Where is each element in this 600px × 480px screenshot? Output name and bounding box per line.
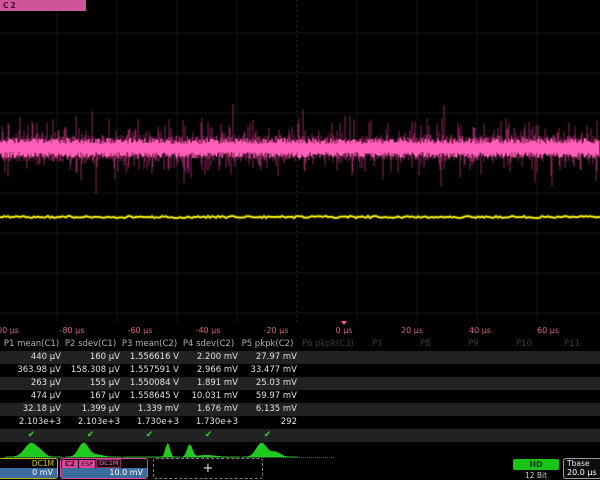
measure-cell: 1.676 mV <box>179 403 238 416</box>
trigger-position-marker <box>341 321 347 325</box>
measure-cell: 27.97 mV <box>238 351 297 364</box>
measure-cell: 2.103e+3 <box>2 416 61 429</box>
measure-cell: 474 µV <box>2 390 61 403</box>
measure-cell: 158.308 µV <box>61 364 120 377</box>
measure-cell: 1.730e+3 <box>120 416 179 429</box>
measure-inactive-header[interactable]: P9 <box>468 338 479 351</box>
measure-column-header[interactable]: P4 sdev(C2) <box>179 338 238 351</box>
trace-label: C2 <box>0 0 86 11</box>
hd-mode-badge[interactable]: HD <box>513 459 559 470</box>
histicon-p1[interactable] <box>6 441 62 458</box>
measure-cell: 1.558645 V <box>120 390 179 403</box>
measure-cell: 440 µV <box>2 351 61 364</box>
time-axis: -100 µs -80 µs -60 µs -40 µs -20 µs 0 µs 20 µs… <box>0 321 600 338</box>
measure-cell: 2.200 mV <box>179 351 238 364</box>
measure-cell: 25.03 mV <box>238 377 297 390</box>
descriptor-bar: DC1M 0 mV C2 ESP DC1M 10.0 mV + HD 12 Bi… <box>0 458 600 480</box>
tbase-value: 20.0 µs <box>564 468 600 478</box>
plus-icon: + <box>203 461 214 476</box>
measure-table: P1 mean(C1)P2 sdev(C1)P3 mean(C2)P4 sdev… <box>0 338 600 442</box>
measure-row: 32.18 µV1.399 µV1.339 mV1.676 mV6.135 mV <box>0 403 600 416</box>
measure-table-header: P1 mean(C1)P2 sdev(C1)P3 mean(C2)P4 sdev… <box>0 338 600 351</box>
measure-cell: 167 µV <box>61 390 120 403</box>
time-label: -80 µs <box>60 326 85 335</box>
measure-inactive-header[interactable]: P7 <box>372 338 383 351</box>
measure-row: 363.98 µV158.308 µV1.557591 V2.966 mV33.… <box>0 364 600 377</box>
time-label: 40 µs <box>469 326 491 335</box>
timebase-descriptor[interactable]: Tbase 20.0 µs <box>563 458 600 479</box>
measure-cell: 1.339 mV <box>120 403 179 416</box>
c2-coupling-badge: DC1M <box>96 459 121 468</box>
measure-cell: 1.557591 V <box>120 364 179 377</box>
c2-channel-badge: C2 <box>62 460 78 468</box>
measure-cell: 363.98 µV <box>2 364 61 377</box>
measure-cell: 1.399 µV <box>61 403 120 416</box>
measure-cell: 1.891 mV <box>179 377 238 390</box>
measure-column-header[interactable]: P2 sdev(C1) <box>61 338 120 351</box>
waveform-grid[interactable]: C2 <box>0 0 600 322</box>
measure-cell: 1.550084 V <box>120 377 179 390</box>
measure-inactive-header[interactable]: P6 pkpk(C3) <box>302 338 354 351</box>
measure-column-header[interactable]: P3 mean(C2) <box>120 338 179 351</box>
measure-cell: 155 µV <box>61 377 120 390</box>
status-check-icon: ✔ <box>61 429 120 441</box>
measure-cell: 160 µV <box>61 351 120 364</box>
histicon-p4[interactable] <box>183 441 239 458</box>
adc-bits-label: 12 Bit <box>513 471 559 480</box>
status-check-icon: ✔ <box>2 429 61 441</box>
measure-row: 263 µV155 µV1.550084 V1.891 mV25.03 mV <box>0 377 600 390</box>
time-label: 0 µs <box>336 326 353 335</box>
measure-inactive-header[interactable]: P8 <box>420 338 431 351</box>
measure-cell: 1.730e+3 <box>179 416 238 429</box>
time-label: 60 µs <box>537 326 559 335</box>
c1-coupling-label: DC1M <box>0 459 57 468</box>
add-trace-button[interactable]: + <box>153 458 263 479</box>
measure-cell: 59.97 mV <box>238 390 297 403</box>
measure-cell: 2.966 mV <box>179 364 238 377</box>
measure-cell: 292 <box>238 416 297 429</box>
measure-cell: 2.103e+3 <box>61 416 120 429</box>
measure-cell: 263 µV <box>2 377 61 390</box>
measure-column-header[interactable]: P5 pkpk(C2) <box>238 338 297 351</box>
c1-vertical-scale-value[interactable]: 0 mV <box>0 468 57 478</box>
measure-row: 474 µV167 µV1.558645 V10.031 mV59.97 mV <box>0 390 600 403</box>
measure-row: 440 µV160 µV1.556616 V2.200 mV27.97 mV <box>0 351 600 364</box>
time-label: 20 µs <box>401 326 423 335</box>
histicon-p2[interactable] <box>65 441 121 458</box>
measure-inactive-header[interactable]: P11 <box>564 338 580 351</box>
measure-cell: 6.135 mV <box>238 403 297 416</box>
measure-cell: 1.556616 V <box>120 351 179 364</box>
channel-descriptor-c1[interactable]: DC1M 0 mV <box>0 458 58 479</box>
time-label: -60 µs <box>128 326 153 335</box>
oscilloscope-screen: C2 -100 µs -80 µs -60 µs -40 µs -20 µs 0 µs 20… <box>0 0 600 480</box>
measure-inactive-header[interactable]: P10 <box>516 338 532 351</box>
time-label: -40 µs <box>196 326 221 335</box>
c2-esp-badge: ESP <box>79 460 95 468</box>
waveform-traces <box>0 0 600 322</box>
time-label: -100 µs <box>0 326 19 335</box>
measure-row: 2.103e+32.103e+31.730e+31.730e+3292 <box>0 416 600 429</box>
status-check-icon: ✔ <box>238 429 297 441</box>
measure-column-header[interactable]: P1 mean(C1) <box>2 338 61 351</box>
tbase-label: Tbase <box>564 459 600 468</box>
measure-cell: 32.18 µV <box>2 403 61 416</box>
c2-vertical-scale-value[interactable]: 10.0 mV <box>61 468 147 478</box>
histicon-strip <box>0 441 600 458</box>
status-check-icon: ✔ <box>179 429 238 441</box>
status-check-icon: ✔ <box>120 429 179 441</box>
measure-cell: 10.031 mV <box>179 390 238 403</box>
channel-descriptor-c2[interactable]: C2 ESP DC1M 10.0 mV <box>60 458 148 479</box>
histicon-p3[interactable] <box>124 441 180 458</box>
histicon-p5[interactable] <box>242 441 298 458</box>
time-label: -20 µs <box>264 326 289 335</box>
measure-cell: 33.477 mV <box>238 364 297 377</box>
